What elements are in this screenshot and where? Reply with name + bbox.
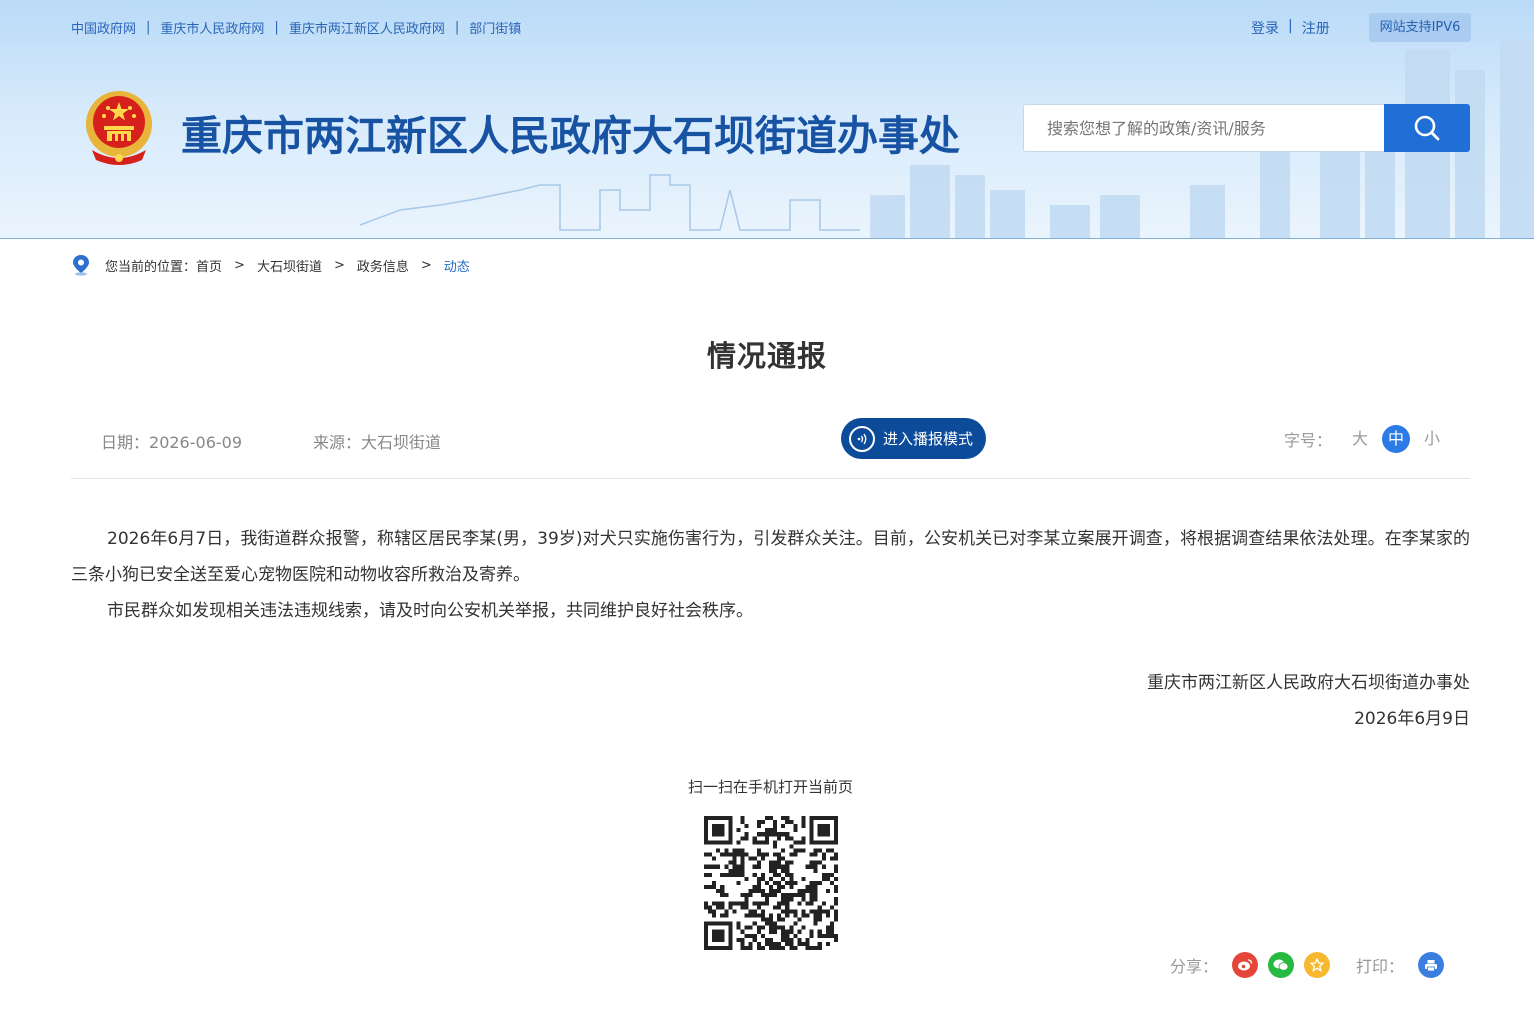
separator: |	[1288, 18, 1293, 34]
breadcrumb-separator: >	[234, 257, 245, 273]
breadcrumb: 您当前的位置： 首页 > 大石坝街道 > 政务信息 > 动态	[71, 254, 470, 276]
auth-links: 登录 | 注册	[1251, 18, 1330, 38]
login-link[interactable]: 登录	[1251, 18, 1279, 38]
link-liangjiang-gov[interactable]: 重庆市两江新区人民政府网	[289, 18, 445, 37]
article-paragraph: 2026年6月7日，我街道群众报警，称辖区居民李某(男，39岁)对犬只实施伤害行…	[71, 529, 1470, 585]
article-date: 日期：2026-06-09	[101, 429, 242, 453]
print-icon[interactable]	[1418, 952, 1445, 978]
audio-wave-icon	[849, 425, 875, 452]
search-input[interactable]	[1045, 105, 1379, 151]
breadcrumb-dashiba[interactable]: 大石坝街道	[257, 256, 322, 275]
broadcast-mode-button[interactable]: 进入播报模式	[841, 418, 986, 459]
site-header: 中国政府网 | 重庆市人民政府网 | 重庆市两江新区人民政府网 | 部门街镇 登…	[0, 0, 1534, 239]
font-size-large[interactable]: 大	[1346, 425, 1374, 453]
share-bar: 分享：	[1170, 952, 1340, 978]
search-button[interactable]	[1384, 104, 1470, 152]
separator: |	[146, 20, 151, 35]
broadcast-mode-label: 进入播报模式	[883, 430, 974, 448]
weibo-share-icon[interactable]	[1232, 952, 1259, 978]
ipv6-badge: 网站支持IPV6	[1369, 13, 1471, 42]
date-label: 日期：	[101, 433, 150, 452]
signature-org: 重庆市两江新区人民政府大石坝街道办事处	[1147, 673, 1470, 693]
divider	[71, 478, 1470, 479]
article-source: 来源：大石坝街道	[313, 429, 441, 453]
article-signature: 重庆市两江新区人民政府大石坝街道办事处 2026年6月9日	[1147, 665, 1470, 737]
print-label: 打印：	[1356, 957, 1405, 976]
article-paragraph: 市民群众如发现相关违法违规线索，请及时向公安机关举报，共同维护良好社会秩序。	[107, 601, 753, 621]
breadcrumb-prefix: 您当前的位置：	[105, 259, 197, 275]
article-body: 2026年6月7日，我街道群众报警，称辖区居民李某(男，39岁)对犬只实施伤害行…	[71, 521, 1470, 629]
print-bar: 打印：	[1356, 952, 1454, 978]
article-title: 情况通报	[706, 339, 827, 373]
breadcrumb-separator: >	[420, 257, 432, 273]
signature-date: 2026年6月9日	[1354, 709, 1470, 729]
register-link[interactable]: 注册	[1302, 18, 1330, 38]
breadcrumb-separator: >	[333, 257, 345, 273]
separator: |	[274, 20, 279, 35]
date-value: 2026-06-09	[149, 433, 242, 452]
qr-caption: 扫一扫在手机打开当前页	[687, 778, 853, 796]
link-cq-gov[interactable]: 重庆市人民政府网	[160, 18, 264, 37]
source-label: 来源：	[313, 433, 362, 452]
separator: |	[454, 20, 460, 35]
breadcrumb-current[interactable]: 动态	[444, 256, 470, 275]
national-emblem-icon	[86, 91, 152, 165]
link-gov-cn[interactable]: 中国政府网	[71, 18, 136, 37]
breadcrumb-home[interactable]: 首页	[196, 256, 222, 275]
search-box	[1023, 104, 1384, 152]
source-value: 大石坝街道	[361, 433, 442, 452]
share-label: 分享：	[1170, 957, 1219, 976]
font-size-medium[interactable]: 中	[1382, 425, 1411, 453]
top-links: 中国政府网 | 重庆市人民政府网 | 重庆市两江新区人民政府网 | 部门街镇	[71, 18, 521, 37]
location-pin-icon	[73, 255, 89, 276]
search-icon	[1414, 115, 1440, 141]
site-title: 重庆市两江新区人民政府大石坝街道办事处	[181, 112, 960, 160]
link-departments[interactable]: 部门街镇	[469, 18, 521, 37]
font-size-selector: 字号： 大 中 小	[1284, 425, 1454, 453]
favorite-star-icon[interactable]	[1304, 952, 1331, 978]
font-size-small[interactable]: 小	[1418, 425, 1446, 453]
font-size-label: 字号：	[1284, 431, 1333, 450]
qr-code	[704, 816, 838, 950]
breadcrumb-gov-info[interactable]: 政务信息	[357, 256, 409, 275]
wechat-share-icon[interactable]	[1268, 952, 1295, 978]
